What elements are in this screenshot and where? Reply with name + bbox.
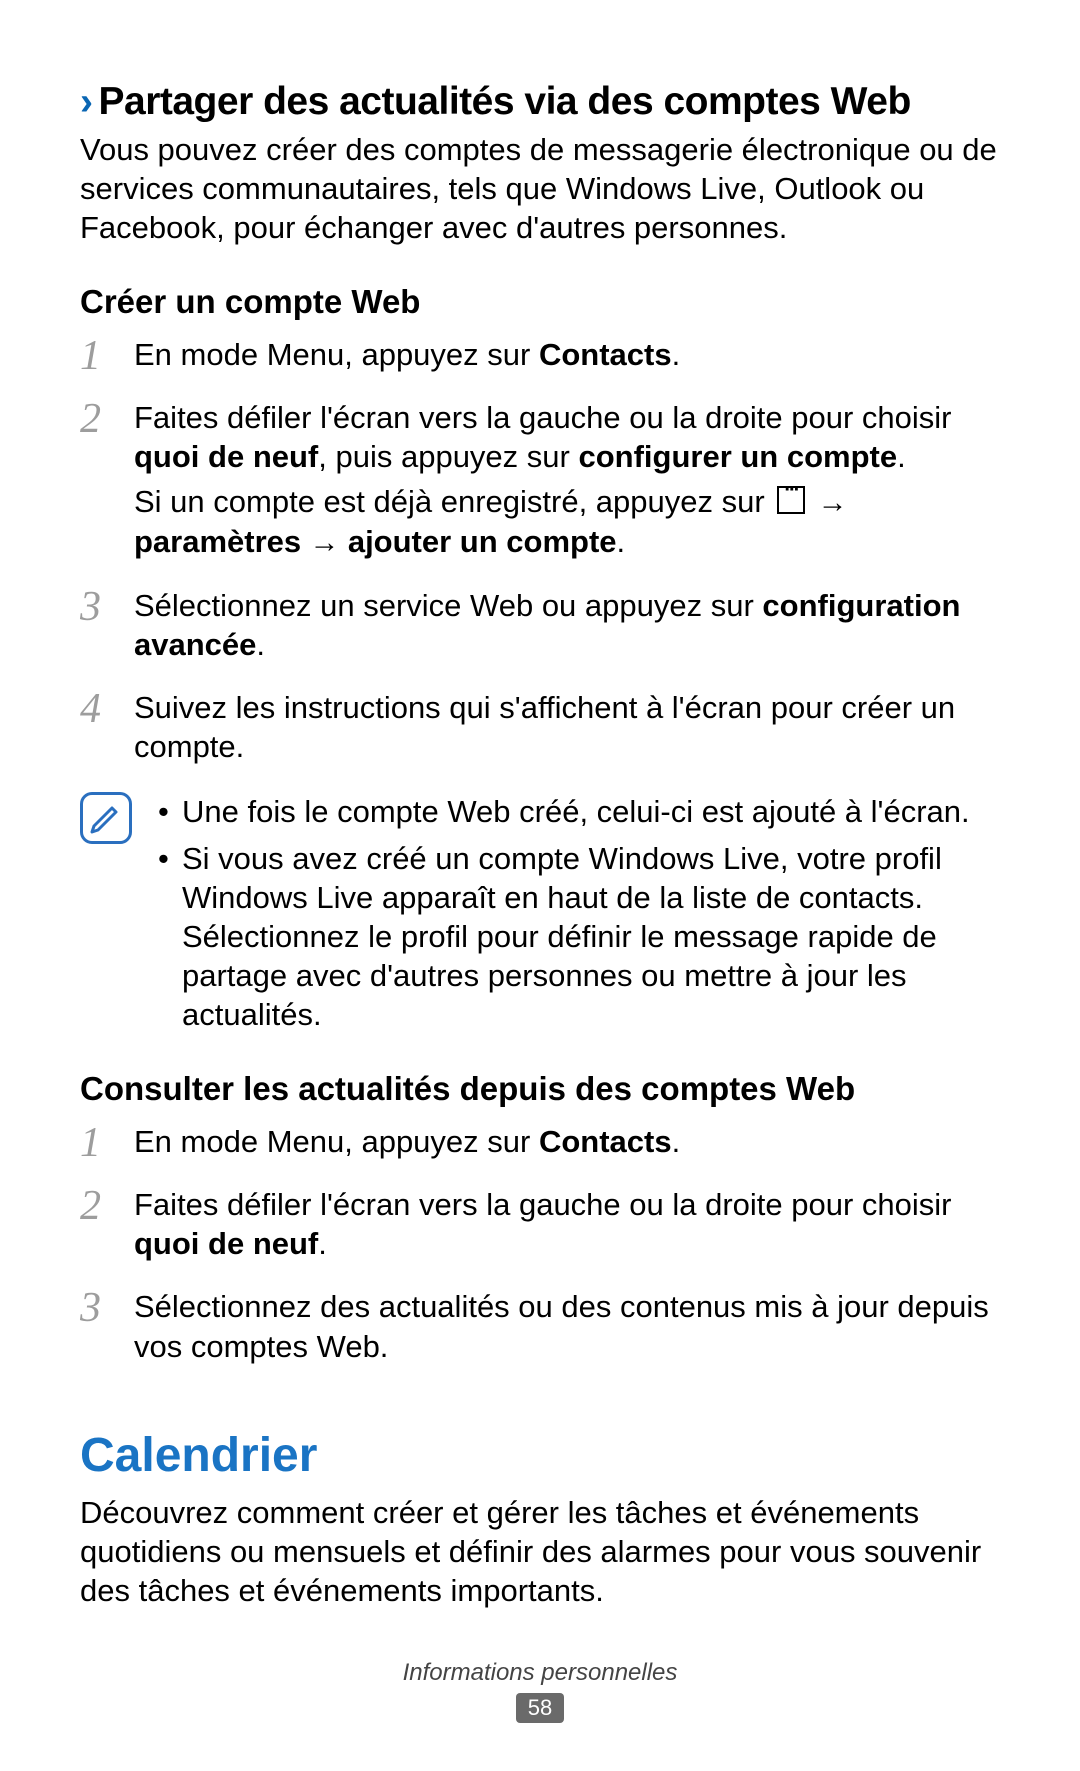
step4-text: Suivez les instructions qui s'affichent … xyxy=(134,688,1000,766)
c-step2-bold: quoi de neuf xyxy=(134,1226,318,1261)
steps-consult: En mode Menu, appuyez sur Contacts. Fait… xyxy=(80,1122,1000,1371)
menu-icon xyxy=(777,486,805,514)
c-step1-bold: Contacts xyxy=(539,1124,672,1159)
note-block: Une fois le compte Web créé, celui-ci es… xyxy=(80,792,1000,1042)
c-step2-c: . xyxy=(318,1226,327,1261)
app-heading-calendrier: Calendrier xyxy=(80,1428,1000,1483)
c-step1-c: . xyxy=(672,1124,681,1159)
step2-line2-d: . xyxy=(617,524,626,559)
calendrier-intro: Découvrez comment créer et gérer les tâc… xyxy=(80,1493,1000,1610)
footer-chapter-label: Informations personnelles xyxy=(0,1659,1080,1687)
page-number: 58 xyxy=(516,1693,564,1723)
chevron-right-icon: › xyxy=(80,80,93,123)
section-heading-share-text: Partager des actualités via des comptes … xyxy=(99,80,911,123)
step-1: En mode Menu, appuyez sur Contacts. xyxy=(80,335,1000,380)
arrow-icon-2: → xyxy=(301,526,348,559)
page-footer: Informations personnelles 58 xyxy=(0,1659,1080,1723)
consult-step-3: Sélectionnez des actualités ou des conte… xyxy=(80,1287,1000,1371)
note-item-1: Une fois le compte Web créé, celui-ci es… xyxy=(152,792,1000,831)
step1-text-a: En mode Menu, appuyez sur xyxy=(134,337,539,372)
note-icon xyxy=(80,792,132,844)
note-list: Une fois le compte Web créé, celui-ci es… xyxy=(152,792,1000,1042)
step3-text-c: . xyxy=(256,627,265,662)
note-item-2: Si vous avez créé un compte Windows Live… xyxy=(152,839,1000,1034)
arrow-icon-1: → xyxy=(809,486,847,519)
manual-page: ›Partager des actualités via des comptes… xyxy=(0,0,1080,1771)
subheading-consult: Consulter les actualités depuis des comp… xyxy=(80,1070,1000,1108)
step2-text-c: , puis appuyez sur xyxy=(318,439,578,474)
step1-text-c: . xyxy=(672,337,681,372)
steps-create-account: En mode Menu, appuyez sur Contacts. Fait… xyxy=(80,335,1000,772)
step3-text-a: Sélectionnez un service Web ou appuyez s… xyxy=(134,588,762,623)
step2-line2-a: Si un compte est déjà enregistré, appuye… xyxy=(134,484,773,519)
c-step3: Sélectionnez des actualités ou des conte… xyxy=(134,1287,1000,1365)
subheading-create-account: Créer un compte Web xyxy=(80,283,1000,321)
step1-bold-contacts: Contacts xyxy=(539,337,672,372)
step2-bold-ajouter: ajouter un compte xyxy=(348,524,617,559)
c-step1-a: En mode Menu, appuyez sur xyxy=(134,1124,539,1159)
c-step2-a: Faites défiler l'écran vers la gauche ou… xyxy=(134,1187,952,1222)
step-2: Faites défiler l'écran vers la gauche ou… xyxy=(80,398,1000,568)
step-3: Sélectionnez un service Web ou appuyez s… xyxy=(80,586,1000,670)
step-4: Suivez les instructions qui s'affichent … xyxy=(80,688,1000,772)
step2-text-e: . xyxy=(897,439,906,474)
section-intro-share: Vous pouvez créer des comptes de message… xyxy=(80,130,1000,247)
step2-bold-param: paramètres xyxy=(134,524,301,559)
step2-bold-quoi: quoi de neuf xyxy=(134,439,318,474)
section-heading-share: ›Partager des actualités via des comptes… xyxy=(80,80,1000,124)
consult-step-2: Faites défiler l'écran vers la gauche ou… xyxy=(80,1185,1000,1269)
step2-text-a: Faites défiler l'écran vers la gauche ou… xyxy=(134,400,952,435)
step2-bold-config: configurer un compte xyxy=(578,439,897,474)
consult-step-1: En mode Menu, appuyez sur Contacts. xyxy=(80,1122,1000,1167)
